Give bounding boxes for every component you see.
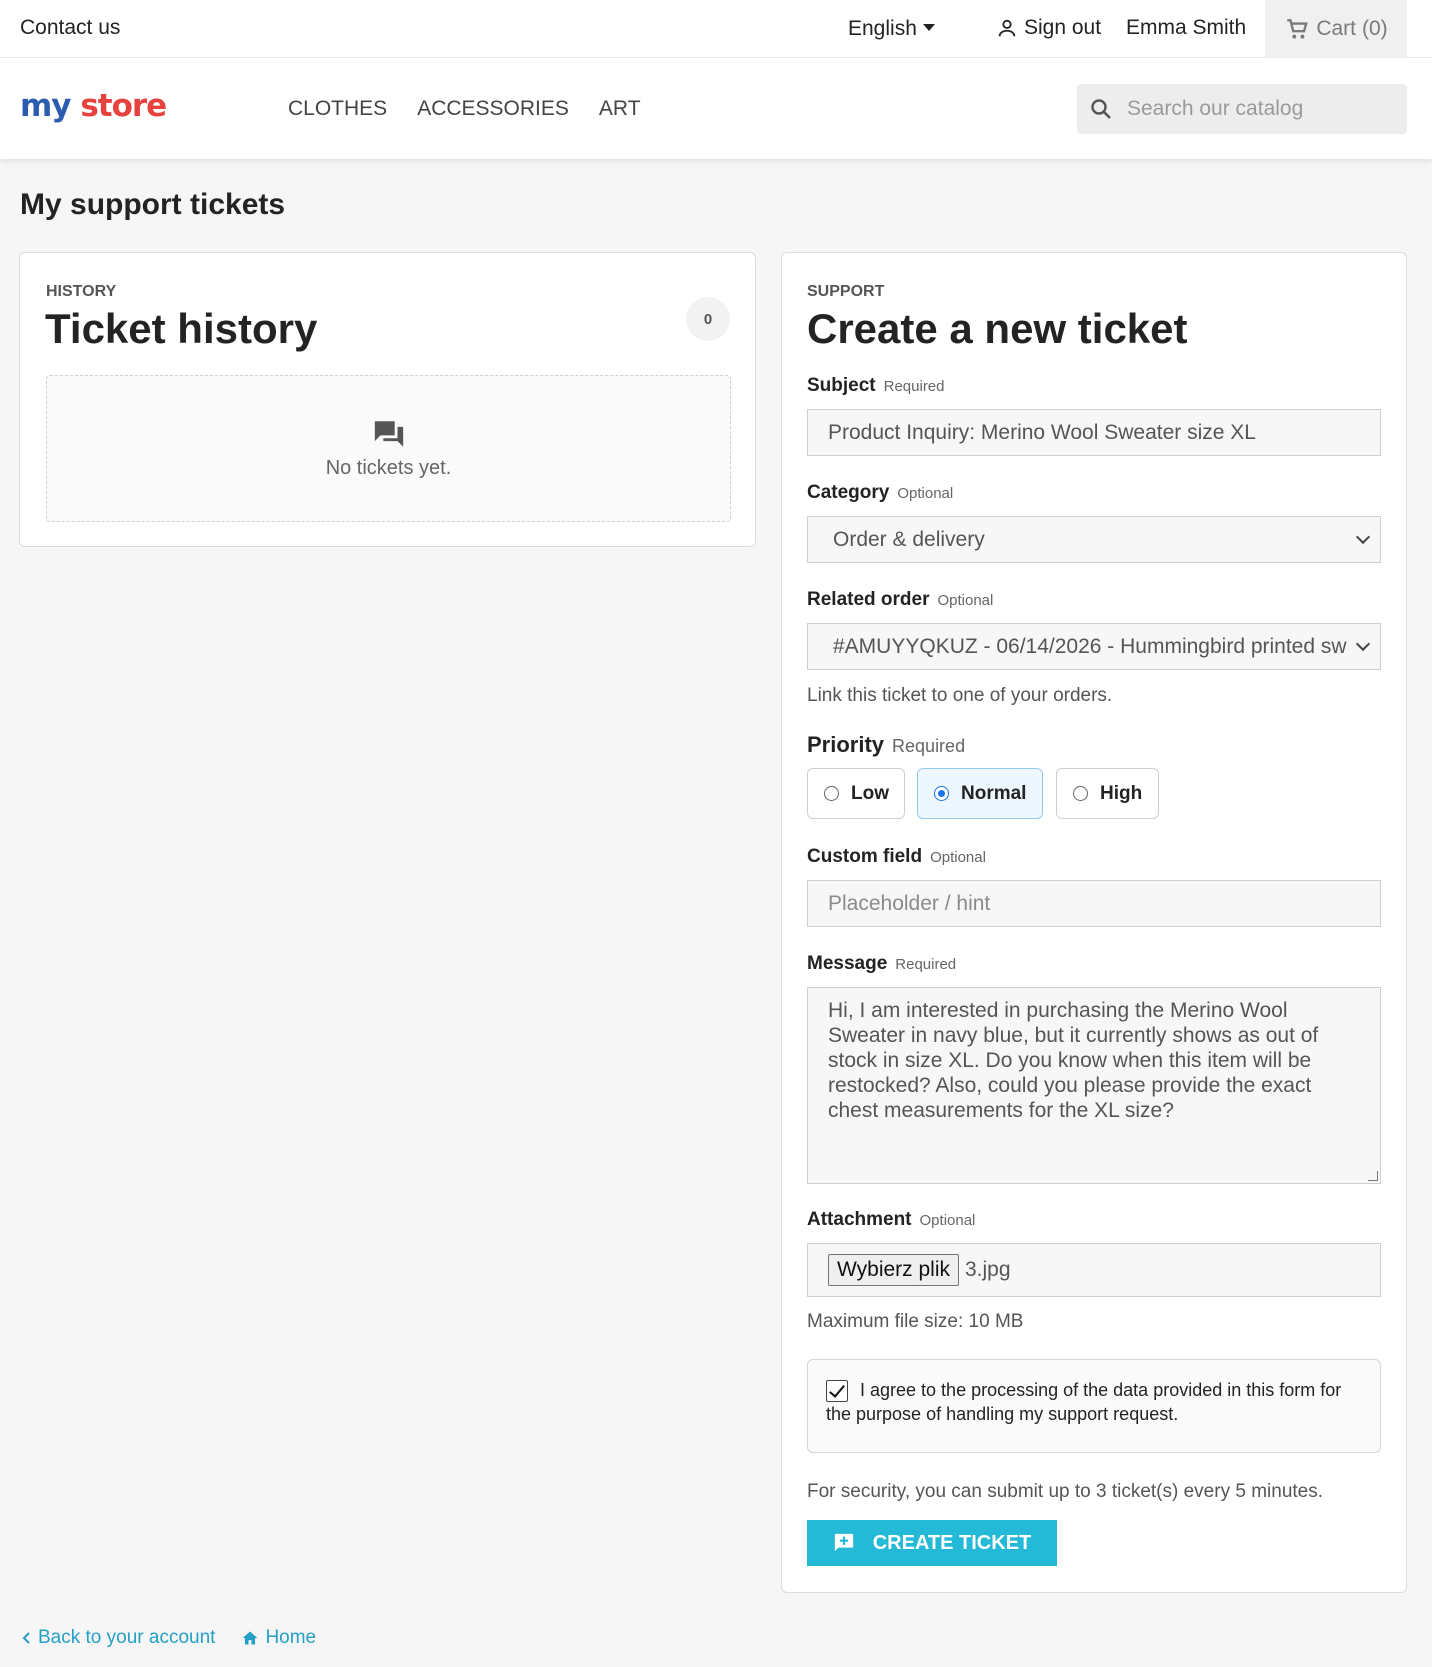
- choose-file-button[interactable]: Wybierz plik: [828, 1254, 959, 1286]
- nav-item-accessories[interactable]: ACCESSORIES: [417, 97, 569, 121]
- attachment-label: Attachment Optional: [807, 1209, 975, 1231]
- category-hint: Optional: [897, 485, 954, 502]
- form-title: Create a new ticket: [807, 305, 1188, 352]
- chevron-left-icon: [22, 1632, 30, 1644]
- account-name-link[interactable]: Emma Smith: [1126, 16, 1246, 40]
- main-nav: CLOTHES ACCESSORIES ART: [288, 97, 641, 121]
- ticket-count-badge: 0: [686, 297, 730, 341]
- home-link[interactable]: Home: [241, 1627, 316, 1649]
- custom-field-label-text: Custom field: [807, 846, 923, 867]
- create-ticket-button[interactable]: CREATE TICKET: [807, 1520, 1057, 1566]
- consent-text: I agree to the processing of the data pr…: [826, 1380, 1342, 1424]
- chevron-down-icon: [1355, 636, 1371, 652]
- priority-option-low[interactable]: Low: [807, 768, 905, 819]
- chevron-down-icon: [1355, 529, 1371, 545]
- chat-icon: [374, 421, 403, 447]
- subject-input[interactable]: Product Inquiry: Merino Wool Sweater siz…: [807, 409, 1381, 456]
- custom-field-hint: Optional: [930, 849, 986, 866]
- message-hint: Required: [895, 956, 957, 973]
- subject-label: Subject Required: [807, 375, 945, 397]
- site-header: my store CLOTHES ACCESSORIES ART: [0, 58, 1432, 159]
- radio-low[interactable]: [824, 786, 839, 801]
- related-order-label-text: Related order: [807, 589, 930, 610]
- search-input[interactable]: [1127, 97, 1387, 121]
- search-icon[interactable]: [1089, 97, 1113, 121]
- radio-high[interactable]: [1073, 786, 1088, 801]
- radio-normal[interactable]: [934, 786, 949, 801]
- cart-button[interactable]: Cart (0): [1265, 0, 1407, 58]
- attachment-label-text: Attachment: [807, 1209, 912, 1230]
- security-note: For security, you can submit up to 3 tic…: [807, 1481, 1324, 1502]
- sign-out-label: Sign out: [1024, 16, 1102, 39]
- consent-box: I agree to the processing of the data pr…: [807, 1359, 1381, 1453]
- related-order-value: #AMUYYQKUZ - 06/14/2026 - Hummingbird pr…: [833, 634, 1347, 658]
- message-text: Hi, I am interested in purchasing the Me…: [828, 999, 1319, 1122]
- create-ticket-card: SUPPORT Create a new ticket Subject Requi…: [781, 252, 1407, 1593]
- empty-state: No tickets yet.: [46, 375, 731, 522]
- contact-us-link[interactable]: Contact us: [20, 16, 120, 40]
- priority-normal-label: Normal: [961, 782, 1027, 804]
- related-order-select[interactable]: #AMUYYQKUZ - 06/14/2026 - Hummingbird pr…: [807, 623, 1381, 670]
- home-icon: [243, 1631, 258, 1645]
- ticket-history-card: HISTORY Ticket history 0 No tickets yet.: [19, 252, 756, 547]
- empty-state-text: No tickets yet.: [325, 457, 452, 479]
- logo-my: my: [20, 88, 72, 124]
- nav-item-clothes[interactable]: CLOTHES: [288, 97, 387, 121]
- priority-high-label: High: [1100, 782, 1143, 804]
- create-ticket-label: CREATE TICKET: [872, 1531, 1032, 1554]
- cart-label: Cart: [1316, 17, 1356, 40]
- category-select[interactable]: Order & delivery: [807, 516, 1381, 563]
- cart-count: (0): [1362, 17, 1388, 40]
- subject-hint: Required: [883, 378, 945, 395]
- message-label-text: Message: [807, 953, 888, 974]
- attachment-input: Wybierz plik 3.jpg: [807, 1243, 1381, 1297]
- sign-out-link[interactable]: Sign out: [996, 16, 1101, 40]
- related-order-label: Related order Optional: [807, 589, 993, 611]
- message-label: Message Required: [807, 953, 956, 975]
- related-order-help: Link this ticket to one of your orders.: [807, 685, 1113, 706]
- back-to-account-link[interactable]: Back to your account: [22, 1627, 215, 1649]
- user-icon: [998, 19, 1016, 37]
- search-box: [1077, 84, 1407, 134]
- attachment-hint: Optional: [919, 1212, 976, 1229]
- priority-label: Priority Required: [807, 732, 965, 758]
- priority-label-text: Priority: [807, 732, 885, 757]
- custom-field-input[interactable]: Placeholder / hint: [807, 880, 1381, 927]
- cart-icon: [1287, 19, 1309, 39]
- related-order-hint: Optional: [937, 592, 994, 609]
- attachment-filename: 3.jpg: [965, 1258, 1011, 1281]
- add-comment-icon: [834, 1533, 853, 1552]
- category-value: Order & delivery: [833, 527, 985, 551]
- history-eyebrow: HISTORY: [46, 283, 117, 300]
- caret-down-icon: [922, 24, 935, 31]
- support-eyebrow: SUPPORT: [807, 283, 885, 300]
- message-textarea[interactable]: Hi, I am interested in purchasing the Me…: [807, 987, 1381, 1184]
- priority-option-normal[interactable]: Normal: [917, 768, 1043, 819]
- nav-item-art[interactable]: ART: [599, 97, 641, 121]
- language-selector[interactable]: English: [848, 17, 935, 41]
- resize-handle[interactable]: [1368, 1171, 1378, 1181]
- language-label: English: [848, 17, 917, 40]
- category-label: Category Optional: [807, 482, 953, 504]
- history-title: Ticket history: [45, 305, 318, 352]
- priority-low-label: Low: [851, 782, 889, 804]
- home-label: Home: [265, 1627, 317, 1648]
- page-title: My support tickets: [20, 188, 286, 221]
- category-label-text: Category: [807, 482, 890, 503]
- store-logo[interactable]: my store: [20, 88, 167, 124]
- priority-option-high[interactable]: High: [1056, 768, 1159, 819]
- priority-hint: Required: [892, 736, 966, 756]
- footer-links: Back to your account Home: [22, 1627, 316, 1649]
- custom-field-label: Custom field Optional: [807, 846, 986, 868]
- back-label: Back to your account: [38, 1627, 216, 1648]
- subject-label-text: Subject: [807, 375, 876, 396]
- top-bar: Contact us English Sign out Emma Smith C…: [0, 0, 1432, 58]
- consent-checkbox[interactable]: [826, 1380, 848, 1402]
- logo-store: store: [80, 88, 167, 124]
- attachment-help: Maximum file size: 10 MB: [807, 1311, 1024, 1332]
